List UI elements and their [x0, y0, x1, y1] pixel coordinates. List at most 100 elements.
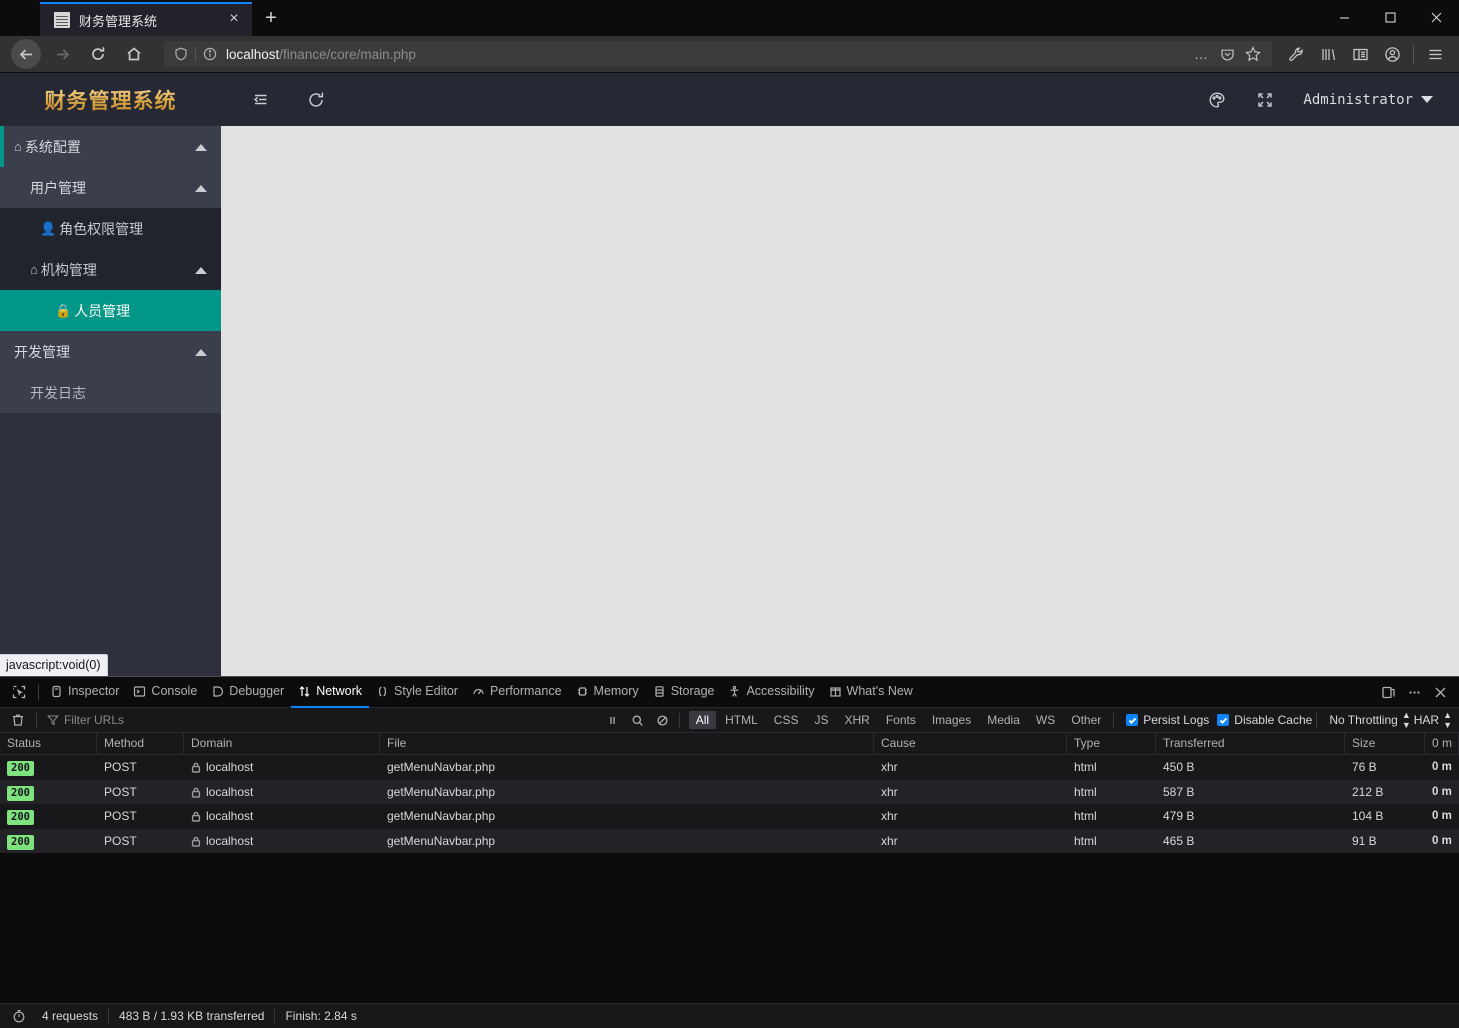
tab-storage[interactable]: Storage	[646, 677, 722, 708]
filter-type-ws[interactable]: WS	[1029, 711, 1062, 729]
palette-theme-icon[interactable]	[1193, 83, 1241, 117]
column-header-file[interactable]: File	[380, 732, 874, 755]
status-badge: 200	[7, 761, 34, 776]
column-header-method[interactable]: Method	[97, 732, 184, 755]
search-icon[interactable]	[625, 710, 650, 731]
dock-panel-icon[interactable]	[1375, 679, 1401, 705]
sidebar-item-personnel-management[interactable]: 🔒 人员管理	[0, 290, 221, 331]
cell-status: 200	[0, 780, 97, 805]
filter-type-xhr[interactable]: XHR	[837, 711, 876, 729]
cell-timeline: 0 m	[1432, 761, 1452, 773]
minimize-icon[interactable]	[1321, 0, 1367, 34]
filter-type-all[interactable]: All	[688, 711, 717, 729]
wrench-devtools-icon[interactable]	[1280, 40, 1312, 68]
account-icon[interactable]	[1376, 40, 1408, 68]
tab-network[interactable]: Network	[291, 677, 370, 708]
chevron-up-icon[interactable]	[195, 143, 207, 151]
browser-tab[interactable]: 财务管理系统 ×	[40, 2, 252, 36]
back-arrow-icon[interactable]	[11, 39, 41, 69]
forward-arrow-icon[interactable]	[47, 39, 77, 69]
library-icon[interactable]	[1312, 40, 1344, 68]
sidebar-item-org-management[interactable]: ⌂ 机构管理	[0, 249, 221, 290]
cell-file: getMenuNavbar.php	[387, 833, 496, 848]
table-row[interactable]: 200 POST localhost getMenuNavbar.php xhr…	[0, 804, 1459, 829]
sidebar-item-dev-log[interactable]: 开发日志	[0, 372, 221, 413]
tab-accessibility[interactable]: Accessibility	[721, 677, 821, 708]
har-select[interactable]: HAR ▲ ▼	[1414, 710, 1455, 730]
tab-performance[interactable]: Performance	[465, 677, 569, 708]
tab-whats-new[interactable]: What's New	[822, 677, 920, 708]
tab-style-editor[interactable]: Style Editor	[369, 677, 465, 708]
status-badge: 200	[7, 785, 34, 801]
chevron-up-icon[interactable]	[195, 184, 207, 192]
reload-icon[interactable]	[83, 39, 113, 69]
collapse-sidebar-icon[interactable]	[243, 83, 277, 117]
clear-requests-icon[interactable]	[4, 713, 32, 727]
devtools-close-icon[interactable]	[1427, 679, 1453, 705]
pocket-icon[interactable]	[1214, 47, 1240, 62]
sidebar-item-user-management[interactable]: 用户管理	[0, 167, 221, 208]
filter-urls-input[interactable]: Filter URLs	[41, 713, 600, 727]
tab-memory[interactable]: Memory	[569, 677, 646, 708]
filter-type-css[interactable]: CSS	[767, 711, 806, 729]
table-row[interactable]: 200 POST localhost getMenuNavbar.php xhr…	[0, 779, 1459, 805]
disable-cache-checkbox[interactable]: Disable Cache	[1217, 713, 1312, 727]
request-count: 4 requests	[42, 1009, 99, 1023]
filter-type-fonts[interactable]: Fonts	[879, 711, 923, 729]
block-icon[interactable]	[650, 710, 675, 731]
sidebar-item-role-permission[interactable]: 👤 角色权限管理	[0, 208, 221, 249]
column-header-size[interactable]: Size	[1345, 732, 1425, 755]
column-header-status[interactable]: Status	[0, 732, 97, 755]
tab-inspector[interactable]: Inspector	[43, 677, 126, 708]
sidebar-icon[interactable]	[1344, 40, 1376, 68]
house-icon: ⌂	[14, 139, 22, 154]
table-row[interactable]: 200 POST localhost getMenuNavbar.php xhr…	[0, 828, 1459, 853]
column-header-type[interactable]: Type	[1067, 732, 1156, 755]
bookmark-star-icon[interactable]	[1240, 46, 1266, 62]
chevron-up-icon[interactable]	[195, 266, 207, 274]
window-controls	[1321, 0, 1459, 34]
lock-icon	[191, 836, 201, 847]
fullscreen-icon[interactable]	[1241, 83, 1289, 117]
maximize-icon[interactable]	[1367, 0, 1413, 34]
url-input[interactable]: localhost/finance/core/main.php	[221, 47, 1188, 62]
throttling-select[interactable]: No Throttling ▲ ▼	[1329, 710, 1413, 730]
filter-type-media[interactable]: Media	[980, 711, 1027, 729]
filter-type-images[interactable]: Images	[925, 711, 978, 729]
tab-label: Storage	[670, 684, 715, 698]
element-picker-icon[interactable]	[4, 679, 34, 705]
user-menu[interactable]: Administrator	[1303, 92, 1433, 108]
url-bar[interactable]: localhost/finance/core/main.php …	[164, 41, 1272, 67]
persist-logs-checkbox[interactable]: Persist Logs	[1126, 713, 1209, 727]
cell-transferred: 587 B	[1163, 784, 1195, 799]
filter-type-other[interactable]: Other	[1064, 711, 1108, 729]
column-header-domain[interactable]: Domain	[184, 732, 380, 755]
console-icon	[133, 685, 146, 698]
tab-console[interactable]: Console	[126, 677, 204, 708]
pause-icon[interactable]	[600, 710, 625, 731]
window-close-icon[interactable]	[1413, 0, 1459, 34]
sidebar-item-dev-management[interactable]: 开发管理	[0, 331, 221, 372]
hamburger-menu-icon[interactable]	[1419, 40, 1451, 68]
close-icon[interactable]: ×	[224, 10, 244, 30]
devtools-more-icon[interactable]	[1401, 679, 1427, 705]
table-row[interactable]: 200 POST localhost getMenuNavbar.php xhr…	[0, 755, 1459, 780]
tracking-shield-icon[interactable]	[170, 47, 192, 61]
tab-label: Network	[316, 684, 363, 698]
home-icon[interactable]	[119, 39, 149, 69]
column-header-cause[interactable]: Cause	[874, 732, 1067, 755]
page-info-icon[interactable]	[199, 47, 221, 61]
filter-type-js[interactable]: JS	[807, 711, 835, 729]
new-tab-button[interactable]: +	[252, 2, 290, 36]
url-more-icon[interactable]: …	[1188, 46, 1214, 62]
column-header-transferred[interactable]: Transferred	[1156, 732, 1345, 755]
status-badge: 200	[7, 810, 34, 825]
chevron-up-icon[interactable]	[195, 348, 207, 356]
filter-type-html[interactable]: HTML	[718, 711, 765, 729]
filter-divider	[1113, 712, 1115, 728]
tab-debugger[interactable]: Debugger	[204, 677, 291, 708]
transferred-total: 483 B / 1.93 KB transferred	[119, 1009, 265, 1023]
column-header-timeline[interactable]: 0 m	[1425, 732, 1459, 755]
refresh-icon[interactable]	[299, 83, 333, 117]
sidebar-item-system-config[interactable]: ⌂ 系统配置	[0, 126, 221, 167]
